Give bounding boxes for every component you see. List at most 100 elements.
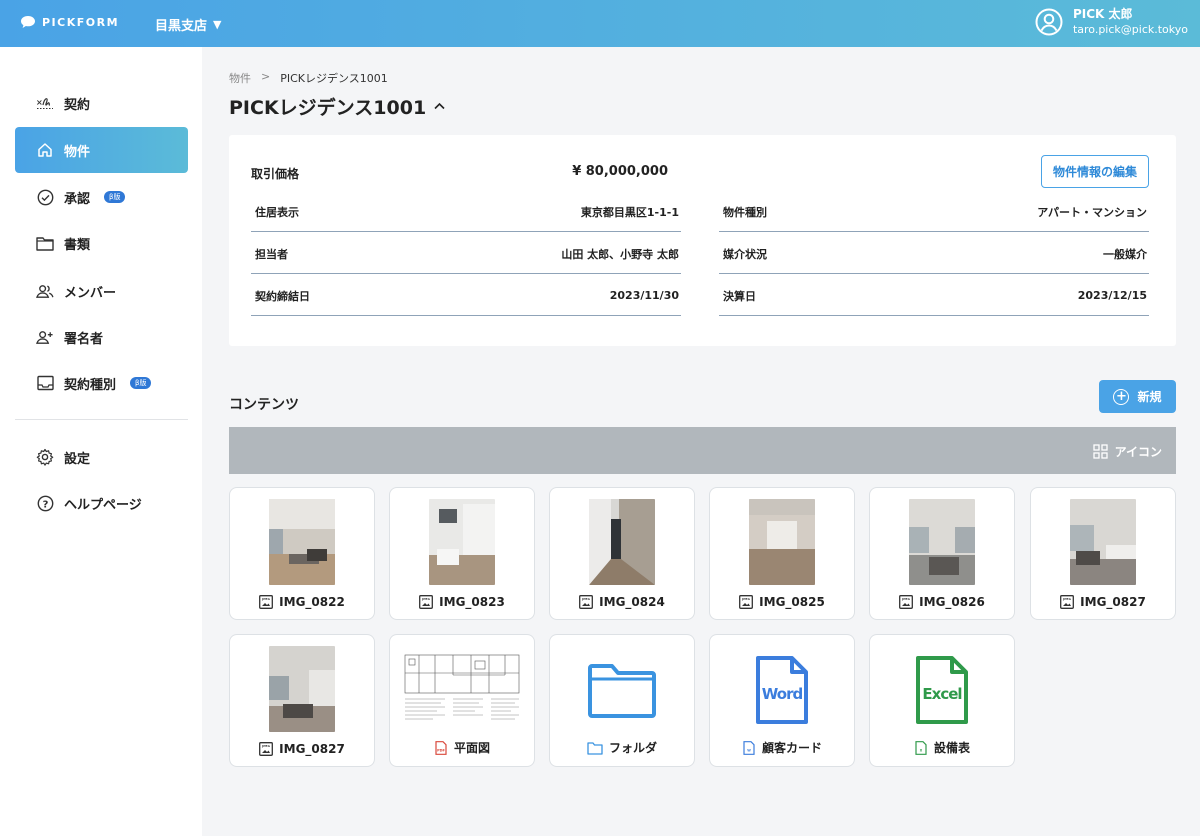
content-tile-floor-plan[interactable]: PDF 平面図 — [389, 634, 535, 767]
jpeg-file-icon — [419, 595, 433, 609]
sidebar: × 契約 物件 承認 β版 書類 メンバー 署名者 契約種別 β版 設定 ? ヘ… — [0, 47, 202, 836]
jpeg-file-icon — [1060, 595, 1074, 609]
file-name: IMG_0827 — [279, 742, 345, 756]
sidebar-item-contract-types[interactable]: 契約種別 β版 — [15, 360, 188, 406]
jpeg-file-icon — [899, 595, 913, 609]
signature-icon: × — [36, 94, 54, 112]
file-name: 平面図 — [453, 741, 490, 755]
content-tile-customer-card[interactable]: Word W 顧客カード — [709, 634, 855, 767]
folder-icon — [36, 234, 54, 252]
field-label: 住居表示 — [255, 205, 299, 219]
sidebar-item-signers[interactable]: 署名者 — [15, 314, 188, 360]
breadcrumb-current: PICKレジデンス1001 — [280, 72, 388, 85]
sidebar-item-approval[interactable]: 承認 β版 — [15, 174, 188, 220]
jpeg-file-icon — [259, 595, 273, 609]
sidebar-item-help[interactable]: ? ヘルプページ — [15, 480, 188, 526]
photo-thumbnail — [269, 499, 335, 585]
edit-property-button[interactable]: 物件情報の編集 — [1041, 155, 1149, 188]
file-name: IMG_0827 — [1080, 595, 1146, 609]
new-button-label: 新規 — [1137, 390, 1162, 404]
help-icon: ? — [36, 494, 54, 512]
user-name: PICK 太郎 — [1072, 7, 1133, 21]
field-assignee: 担当者 山田 太郎、小野寺 太郎 — [251, 234, 681, 274]
sidebar-item-label: メンバー — [64, 285, 117, 301]
home-icon — [36, 141, 54, 159]
svg-text:W: W — [747, 748, 751, 752]
field-value: 山田 太郎、小野寺 太郎 — [561, 247, 679, 261]
contents-title: コンテンツ — [229, 397, 299, 413]
content-tile-img-0827-2[interactable]: IMG_0827 — [229, 634, 375, 767]
content-tile-img-0826[interactable]: IMG_0826 — [869, 487, 1015, 620]
content-tile-img-0824[interactable]: IMG_0824 — [549, 487, 695, 620]
branch-label: 目黒支店 — [155, 19, 208, 34]
jpeg-file-icon — [579, 595, 593, 609]
field-value: 一般媒介 — [1103, 247, 1147, 261]
photo-thumbnail — [909, 499, 975, 585]
field-label: 物件種別 — [723, 205, 767, 219]
field-contract-date: 契約締結日 2023/11/30 — [251, 276, 681, 316]
content-tile-img-0823[interactable]: IMG_0823 — [389, 487, 535, 620]
sidebar-item-label: 設定 — [64, 451, 91, 467]
jpeg-file-icon — [259, 742, 273, 756]
branch-selector[interactable]: 目黒支店 ▼ — [155, 15, 221, 34]
field-value: 東京都目黒区1-1-1 — [580, 205, 679, 219]
page-title: PICKレジデンス1001 — [229, 93, 445, 120]
user-email: taro.pick@pick.tokyo — [1072, 23, 1188, 36]
file-name: フォルダ — [608, 741, 657, 755]
caret-down-icon: ▼ — [213, 18, 222, 31]
inbox-icon — [36, 374, 54, 392]
folder-icon — [588, 664, 656, 718]
sidebar-item-label: 承認 — [64, 191, 91, 207]
content-tile-equipment-list[interactable]: Excel X 設備表 — [869, 634, 1015, 767]
sidebar-item-label: 署名者 — [64, 331, 104, 347]
sidebar-divider — [15, 419, 188, 420]
field-label: 担当者 — [255, 247, 288, 261]
sidebar-item-members[interactable]: メンバー — [15, 268, 188, 314]
photo-thumbnail — [429, 499, 495, 585]
folder-icon — [587, 741, 603, 755]
breadcrumb-parent[interactable]: 物件 — [229, 70, 251, 86]
top-bar: PICKFORM 目黒支店 ▼ PICK 太郎 taro.pick@pick.t… — [0, 0, 1200, 47]
user-avatar-icon — [1035, 8, 1063, 36]
field-label: 決算日 — [723, 289, 756, 303]
sidebar-item-properties[interactable]: 物件 — [15, 127, 188, 173]
chevron-up-icon[interactable] — [434, 99, 445, 114]
svg-text:×: × — [36, 98, 43, 107]
sidebar-item-label: 書類 — [64, 237, 91, 253]
content-tile-img-0827[interactable]: IMG_0827 — [1030, 487, 1176, 620]
view-mode-toggle[interactable]: アイコン — [1092, 443, 1162, 460]
field-address: 住居表示 東京都目黒区1-1-1 — [251, 192, 681, 232]
pdf-file-icon: PDF — [435, 740, 447, 755]
svg-text:?: ? — [42, 499, 48, 510]
view-toolbar: アイコン — [229, 427, 1176, 474]
users-icon — [36, 282, 54, 300]
sidebar-item-settings[interactable]: 設定 — [15, 434, 188, 480]
field-property-type: 物件種別 アパート・マンション — [719, 192, 1149, 232]
file-name: IMG_0825 — [759, 595, 825, 609]
file-name: 設備表 — [933, 741, 970, 755]
new-content-button[interactable]: + 新規 — [1099, 380, 1176, 413]
price-label: 取引価格 — [251, 167, 300, 181]
beta-badge: β版 — [104, 191, 126, 203]
breadcrumb-separator: > — [261, 70, 271, 83]
file-name: IMG_0824 — [599, 595, 665, 609]
grid-icon — [1092, 444, 1108, 459]
user-menu[interactable]: PICK 太郎 taro.pick@pick.tokyo — [1035, 6, 1188, 38]
svg-text:PDF: PDF — [437, 748, 445, 752]
logo-text: PICKFORM — [42, 15, 120, 29]
content-tile-img-0822[interactable]: IMG_0822 — [229, 487, 375, 620]
logo[interactable]: PICKFORM — [20, 15, 119, 29]
chat-bubble-icon — [21, 16, 35, 28]
sidebar-item-contracts[interactable]: × 契約 — [15, 80, 188, 126]
content-tile-img-0825[interactable]: IMG_0825 — [709, 487, 855, 620]
content-tile-folder[interactable]: フォルダ — [549, 634, 695, 767]
word-file-icon: W — [743, 740, 755, 755]
sidebar-item-label: 物件 — [64, 144, 91, 160]
field-label: 契約締結日 — [255, 289, 310, 303]
page-title-text: PICKレジデンス1001 — [229, 97, 427, 119]
photo-thumbnail — [749, 499, 815, 585]
sidebar-item-documents[interactable]: 書類 — [15, 220, 188, 266]
file-name: 顧客カード — [761, 741, 822, 755]
gear-icon — [36, 448, 54, 466]
file-name: IMG_0826 — [919, 595, 985, 609]
